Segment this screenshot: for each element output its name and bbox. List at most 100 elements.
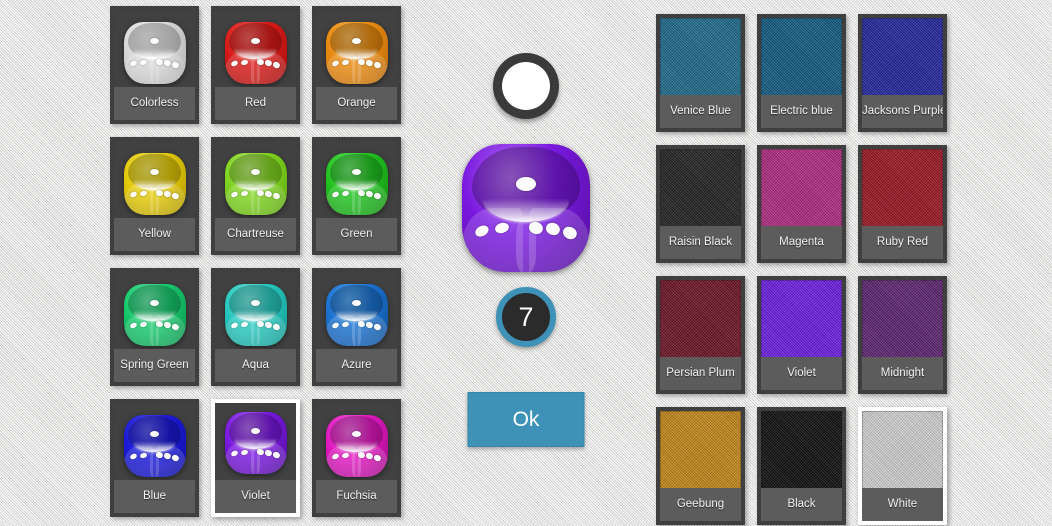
dice-color-preview: [114, 272, 195, 357]
felt-color-preview: [862, 149, 943, 234]
dice-color-preview: [114, 141, 195, 226]
felt-color-preview: [761, 411, 842, 496]
dice-color-label: Yellow: [114, 218, 195, 251]
felt-color-tile[interactable]: Venice Blue: [656, 14, 745, 132]
dice-color-preview: [114, 403, 195, 488]
ok-button[interactable]: Ok: [467, 392, 585, 447]
dice-color-tile[interactable]: Fuchsia: [312, 399, 401, 517]
die-glyph: [224, 152, 287, 215]
die-glyph: [123, 283, 186, 346]
dice-color-tile[interactable]: Azure: [312, 268, 401, 386]
dice-color-tile[interactable]: Spring Green: [110, 268, 199, 386]
felt-color-preview: [660, 149, 741, 234]
dice-color-label: Violet: [215, 480, 296, 513]
dice-color-preview: [215, 10, 296, 95]
dice-count-value: 7: [518, 301, 534, 332]
felt-swatch: [660, 18, 741, 103]
die-glyph: [325, 21, 388, 84]
felt-color-tile[interactable]: Violet: [757, 276, 846, 394]
die-glyph: [224, 283, 287, 346]
dice-color-label: Blue: [114, 480, 195, 513]
dice-color-label: Chartreuse: [215, 218, 296, 251]
ok-button-label: Ok: [512, 407, 540, 431]
dice-color-preview: [316, 403, 397, 488]
dice-color-preview: [316, 10, 397, 95]
dice-color-tile[interactable]: Chartreuse: [211, 137, 300, 255]
felt-color-preview: [761, 149, 842, 234]
center-controls: 7 Ok: [398, 0, 654, 526]
dice-color-preview: [114, 10, 195, 95]
die-glyph: [123, 21, 186, 84]
felt-color-tile[interactable]: Black: [757, 407, 846, 525]
dice-color-label: Red: [215, 87, 296, 120]
dice-color-label: Green: [316, 218, 397, 251]
felt-swatch: [660, 149, 741, 234]
dice-color-preview: [215, 272, 296, 357]
felt-swatch: [862, 280, 943, 365]
felt-color-tile[interactable]: Ruby Red: [858, 145, 947, 263]
dice-color-tile[interactable]: Green: [312, 137, 401, 255]
die-glyph: [123, 414, 186, 477]
dice-color-tile[interactable]: Violet: [211, 399, 300, 517]
dice-color-tile[interactable]: Aqua: [211, 268, 300, 386]
felt-color-tile[interactable]: Raisin Black: [656, 145, 745, 263]
felt-swatch: [660, 411, 741, 496]
dice-color-tile[interactable]: Yellow: [110, 137, 199, 255]
dice-color-label: Colorless: [114, 87, 195, 120]
felt-color-preview: [862, 411, 943, 490]
felt-color-tile[interactable]: Midnight: [858, 276, 947, 394]
dice-color-preview: [316, 272, 397, 357]
felt-color-preview: [761, 280, 842, 365]
die-glyph: [123, 152, 186, 215]
felt-color-preview: [761, 18, 842, 103]
felt-color-tile[interactable]: Persian Plum: [656, 276, 745, 394]
die-glyph: [224, 411, 287, 474]
dice-color-palette: Colorless Red Orange Yellow Chartreuse Green S…: [110, 6, 401, 517]
felt-color-tile[interactable]: White: [858, 407, 947, 525]
dice-color-preview: [215, 141, 296, 226]
felt-color-label: Electric blue: [761, 95, 842, 128]
felt-swatch: [761, 280, 842, 365]
felt-color-tile[interactable]: Jacksons Purple: [858, 14, 947, 132]
felt-color-label: Magenta: [761, 226, 842, 259]
die-glyph: [224, 21, 287, 84]
felt-swatch: [761, 18, 842, 103]
table-felt-palette: Venice Blue Electric blue Jacksons Purple R…: [656, 14, 947, 525]
dice-color-label: Azure: [316, 349, 397, 382]
dice-color-tile[interactable]: Orange: [312, 6, 401, 124]
felt-swatch: [761, 411, 842, 496]
pip-color-button[interactable]: [493, 53, 559, 119]
felt-color-tile[interactable]: Electric blue: [757, 14, 846, 132]
dice-color-tile[interactable]: Colorless: [110, 6, 199, 124]
felt-color-preview: [862, 18, 943, 103]
felt-color-label: Raisin Black: [660, 226, 741, 259]
felt-color-tile[interactable]: Magenta: [757, 145, 846, 263]
dice-color-preview: [316, 141, 397, 226]
felt-color-label: White: [862, 488, 943, 521]
die-glyph: [325, 414, 388, 477]
die-preview[interactable]: [462, 144, 590, 272]
dice-count-badge[interactable]: 7: [496, 287, 556, 347]
dice-color-label: Aqua: [215, 349, 296, 382]
felt-color-tile[interactable]: Geebung: [656, 407, 745, 525]
dice-color-tile[interactable]: Red: [211, 6, 300, 124]
felt-color-label: Black: [761, 488, 842, 521]
felt-color-label: Ruby Red: [862, 226, 943, 259]
dice-color-label: Fuchsia: [316, 480, 397, 513]
dice-color-tile[interactable]: Blue: [110, 399, 199, 517]
felt-swatch: [862, 149, 943, 234]
felt-color-preview: [660, 280, 741, 365]
felt-color-label: Venice Blue: [660, 95, 741, 128]
felt-color-label: Persian Plum: [660, 357, 741, 390]
dice-color-label: Orange: [316, 87, 397, 120]
die-glyph: [325, 283, 388, 346]
dice-color-preview: [215, 403, 296, 482]
felt-swatch: [761, 149, 842, 234]
felt-color-label: Jacksons Purple: [862, 95, 943, 128]
dice-customization-screen: Colorless Red Orange Yellow Chartreuse Green S…: [0, 0, 1052, 526]
felt-color-preview: [660, 411, 741, 496]
die-glyph: [462, 144, 590, 272]
felt-color-label: Violet: [761, 357, 842, 390]
dice-color-label: Spring Green: [114, 349, 195, 382]
felt-color-label: Midnight: [862, 357, 943, 390]
